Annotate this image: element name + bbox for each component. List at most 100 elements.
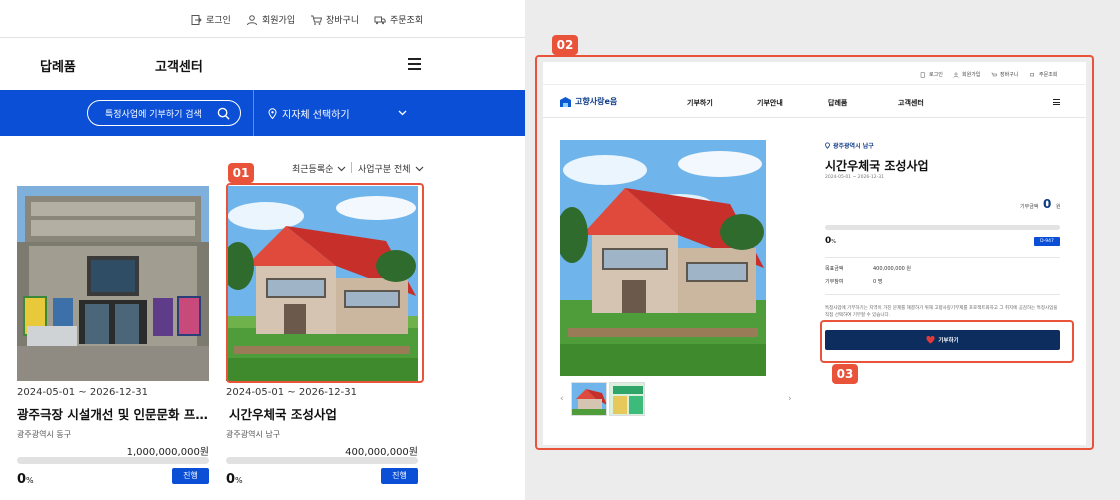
- progress-bar: [825, 225, 1060, 230]
- desktop-view: 로그인 회원가입 장바구니 주문조회 고향사랑e음 기부하기 기부안내 답례품 …: [543, 62, 1086, 445]
- search-icon[interactable]: [217, 107, 230, 120]
- project-title[interactable]: 광주극장 시설개선 및 인문문화 프…: [17, 404, 209, 423]
- callout-box-03: [820, 320, 1074, 363]
- project-goal-amount: 400,000,000원: [345, 447, 418, 458]
- user-icon: [247, 14, 257, 25]
- cart-label: 장바구니: [326, 16, 360, 26]
- progress-percent: 0%: [17, 472, 34, 487]
- hamburger-menu-icon[interactable]: [1053, 99, 1060, 105]
- status-badge: 진행: [172, 468, 209, 484]
- gallery-thumb[interactable]: [571, 382, 607, 416]
- progress-bar: [17, 457, 209, 464]
- project-title[interactable]: 시간우체국 조성사업: [226, 404, 418, 423]
- chevron-down-icon: [337, 166, 346, 172]
- progress-percent: 0%: [226, 472, 243, 487]
- signup-label: 회원가입: [262, 16, 296, 26]
- callout-tag-03: 03: [832, 364, 858, 384]
- location-pin-icon: [825, 142, 830, 149]
- project-main-image: [560, 140, 766, 376]
- search-divider: [253, 90, 254, 136]
- search-bar: 특정사업에 기부하기 검색 지자체 선택하기: [0, 90, 525, 136]
- order-lookup-label: 주문조회: [1039, 72, 1058, 78]
- truck-icon: [1030, 72, 1034, 76]
- login-icon: [191, 14, 202, 25]
- percent-value: 0: [17, 472, 27, 487]
- gallery-thumb[interactable]: [609, 382, 645, 416]
- signup-link[interactable]: 회원가입: [953, 71, 980, 78]
- project-region: 광주광역시 동구: [17, 430, 72, 439]
- search-placeholder: 특정사업에 기부하기 검색: [105, 109, 202, 120]
- nav-donate[interactable]: 기부하기: [687, 98, 713, 108]
- filter-divider: [351, 162, 352, 173]
- cart-icon: [991, 72, 997, 76]
- chevron-down-icon[interactable]: [398, 108, 407, 117]
- user-icon: [953, 72, 959, 78]
- callout-tag-01: 01: [228, 163, 254, 183]
- image-gallery: ‹ ›: [560, 382, 796, 416]
- progress-percent: 0%: [825, 236, 836, 246]
- divider: [825, 257, 1060, 258]
- sort-label: 최근등록순: [292, 165, 334, 175]
- signup-link[interactable]: 회원가입: [246, 13, 295, 26]
- donors-value: 0 명: [873, 279, 883, 285]
- cart-label: 장바구니: [1000, 72, 1019, 78]
- nav-customer-center[interactable]: 고객센터: [898, 98, 924, 108]
- raised-value: 0: [1043, 197, 1052, 211]
- callout-tag-02: 02: [552, 35, 578, 55]
- divider: [825, 294, 1060, 295]
- project-date: 2024-05-01 ~ 2026-12-31: [17, 387, 148, 398]
- project-date: 2024-05-01 ~ 2026-12-31: [226, 387, 357, 398]
- location-pin-icon: [268, 108, 277, 119]
- order-lookup-label: 주문조회: [390, 16, 424, 26]
- percent-unit: %: [235, 476, 243, 485]
- mobile-view: 로그인 회원가입 장바구니 주문조회 답례품 고객센터 특정사업에 기부하기 검…: [0, 0, 525, 500]
- percent-unit: %: [26, 476, 34, 485]
- percent-unit: %: [831, 239, 837, 245]
- nav-gifts[interactable]: 답례품: [828, 98, 847, 108]
- goal-value: 400,000,000 원: [873, 266, 911, 272]
- cart-icon: [311, 15, 322, 25]
- region-select[interactable]: 지자체 선택하기: [268, 106, 350, 121]
- sort-dropdown[interactable]: 최근등록순: [292, 162, 346, 175]
- category-label: 사업구분 전체: [358, 165, 411, 175]
- project-goal-amount: 1,000,000,000원: [126, 447, 209, 458]
- project-card[interactable]: 2024-05-01 ~ 2026-12-31 광주극장 시설개선 및 인문문화…: [17, 186, 209, 487]
- chevron-right-icon[interactable]: ›: [788, 394, 792, 404]
- nav-donate-guide[interactable]: 기부안내: [757, 98, 783, 108]
- project-date: 2024-05-01 ~ 2026-12-31: [825, 175, 884, 180]
- signup-label: 회원가입: [962, 72, 981, 78]
- main-nav: 답례품 고객센터: [0, 39, 525, 89]
- nav-gifts[interactable]: 답례품: [40, 56, 76, 75]
- logo-mark-icon: [560, 96, 571, 107]
- login-icon: [920, 72, 925, 77]
- login-link[interactable]: 로그인: [190, 13, 231, 26]
- truck-icon: [374, 16, 386, 24]
- project-thumbnail[interactable]: [17, 186, 209, 381]
- divider: [543, 84, 1086, 85]
- project-region-label: 광주광역시 남구: [833, 143, 874, 150]
- page: 로그인 회원가입 장바구니 주문조회 답례품 고객센터 특정사업에 기부하기 검…: [0, 0, 1120, 500]
- goal-label: 목표금액: [825, 266, 844, 272]
- order-lookup-link[interactable]: 주문조회: [1030, 71, 1057, 78]
- chevron-left-icon[interactable]: ‹: [560, 394, 564, 404]
- search-input[interactable]: 특정사업에 기부하기 검색: [87, 100, 241, 126]
- project-region: 광주광역시 남구: [226, 430, 281, 439]
- project-region: 광주광역시 남구: [825, 141, 874, 150]
- chevron-down-icon: [415, 166, 423, 172]
- logo-text: 고향사랑e음: [575, 97, 618, 106]
- cart-link[interactable]: 장바구니: [310, 13, 359, 26]
- hamburger-menu-icon[interactable]: [408, 58, 421, 70]
- project-title: 시간우체국 조성사업: [825, 159, 929, 173]
- login-link[interactable]: 로그인: [920, 71, 943, 78]
- notice-text: 특정사업에 기부하기는 지역이 가진 문제를 해결하기 위해 고향사랑기부제를 …: [825, 306, 1058, 318]
- order-lookup-link[interactable]: 주문조회: [374, 13, 423, 26]
- login-label: 로그인: [929, 72, 943, 78]
- cart-link[interactable]: 장바구니: [991, 71, 1018, 78]
- divider: [543, 117, 1086, 118]
- category-dropdown[interactable]: 사업구분 전체: [358, 162, 424, 175]
- nav-customer-center[interactable]: 고객센터: [155, 56, 203, 75]
- raised-label: 기부금액: [1020, 204, 1039, 210]
- login-label: 로그인: [206, 16, 231, 26]
- site-logo[interactable]: 고향사랑e음: [560, 96, 617, 107]
- status-badge: 진행: [381, 468, 418, 484]
